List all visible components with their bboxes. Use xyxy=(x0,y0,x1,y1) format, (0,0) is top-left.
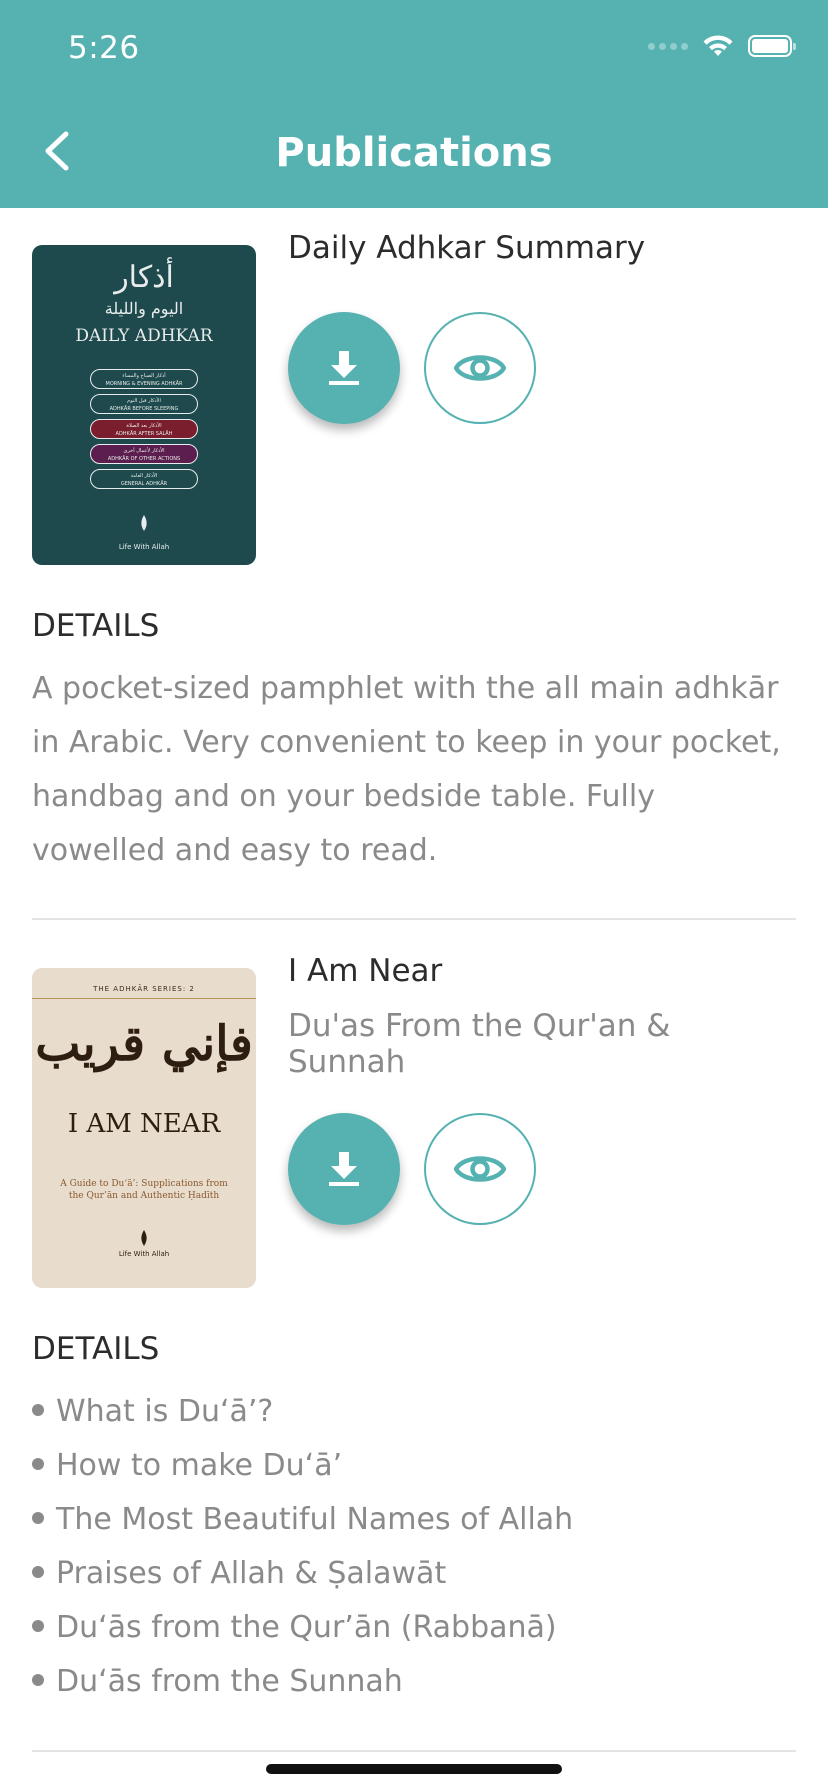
publisher-logo-icon xyxy=(141,515,147,531)
cover-title: DAILY ADHKAR xyxy=(75,326,213,346)
publisher-logo-icon xyxy=(141,1230,147,1246)
download-button[interactable] xyxy=(288,312,400,424)
list-item: Praises of Allah & Ṣalawāt xyxy=(32,1547,573,1601)
details-label: DETAILS xyxy=(32,608,160,644)
home-indicator[interactable] xyxy=(266,1764,562,1774)
divider xyxy=(32,1750,796,1752)
download-icon xyxy=(329,1152,359,1186)
battery-icon xyxy=(748,35,796,57)
publication-title: Daily Adhkar Summary xyxy=(288,230,646,266)
cover-series: THE ADHKĀR SERIES: 2 xyxy=(32,968,256,999)
list-item: Du‘ās from the Qur’ān (Rabbanā) xyxy=(32,1601,573,1655)
cover-sections: أذكار الصباح والمساء MORNING & EVENING AD… xyxy=(90,369,198,494)
cover-section-pill: الأذكار العامة GENERAL ADHKĀR xyxy=(90,469,198,489)
cover-brand: Life With Allah xyxy=(118,543,170,551)
download-icon xyxy=(329,351,359,385)
list-item: The Most Beautiful Names of Allah xyxy=(32,1493,573,1547)
bullet-icon xyxy=(32,1403,44,1416)
publication-subtitle: Du'as From the Qur'an & Sunnah xyxy=(288,1008,671,1080)
page-title: Publications xyxy=(275,130,553,176)
divider xyxy=(32,918,796,920)
list-item: What is Du‘ā’? xyxy=(32,1385,573,1439)
bullet-icon xyxy=(32,1511,44,1524)
list-item: How to make Du‘ā’ xyxy=(32,1439,573,1493)
navigation-header: 5:26 Publications xyxy=(0,0,828,208)
eye-icon xyxy=(454,1156,506,1182)
download-button[interactable] xyxy=(288,1113,400,1225)
cover-section-pill: أذكار الصباح والمساء MORNING & EVENING AD… xyxy=(90,369,198,389)
cover-arabic-title: أذكار xyxy=(114,260,174,295)
details-list: What is Du‘ā’? How to make Du‘ā’ The Mos… xyxy=(32,1385,573,1709)
publication-cover[interactable]: THE ADHKĀR SERIES: 2 فإني قريب I AM NEAR… xyxy=(32,968,256,1288)
bullet-icon xyxy=(32,1565,44,1578)
eye-icon xyxy=(454,355,506,381)
details-text: A pocket-sized pamphlet with the all mai… xyxy=(32,671,781,868)
cover-section-pill: الأذكار قبل النوم ADHKĀR BEFORE SLEEPING xyxy=(90,394,198,414)
cover-arabic-title: فإني قريب xyxy=(35,1016,253,1072)
view-button[interactable] xyxy=(424,1113,536,1225)
status-time: 5:26 xyxy=(68,30,140,66)
publication-title: I Am Near xyxy=(288,953,443,989)
cover-arabic-subtitle: اليوم والليلة xyxy=(104,299,184,318)
view-button[interactable] xyxy=(424,312,536,424)
wifi-icon xyxy=(703,35,733,56)
publication-cover[interactable]: أذكار اليوم والليلة DAILY ADHKAR أذكار ا… xyxy=(32,245,256,565)
cover-title: I AM NEAR xyxy=(67,1109,221,1139)
cover-subtitle: A Guide to Du‘ā’: Supplications from the… xyxy=(60,1179,228,1201)
details-label: DETAILS xyxy=(32,1331,160,1367)
bullet-icon xyxy=(32,1619,44,1632)
bullet-icon xyxy=(32,1457,44,1470)
cover-section-pill: الأذكار لأعمال أخرى ADHKĀR OF OTHER ACTIO… xyxy=(90,444,198,464)
status-icons xyxy=(648,34,796,58)
list-item: Du‘ās from the Sunnah xyxy=(32,1655,573,1709)
cover-section-pill: الأذكار بعد الصلاة ADHKĀR AFTER SALĀH xyxy=(90,419,198,439)
bullet-icon xyxy=(32,1673,44,1686)
cover-brand: Life With Allah xyxy=(118,1250,170,1258)
cellular-signal-icon xyxy=(648,42,688,50)
